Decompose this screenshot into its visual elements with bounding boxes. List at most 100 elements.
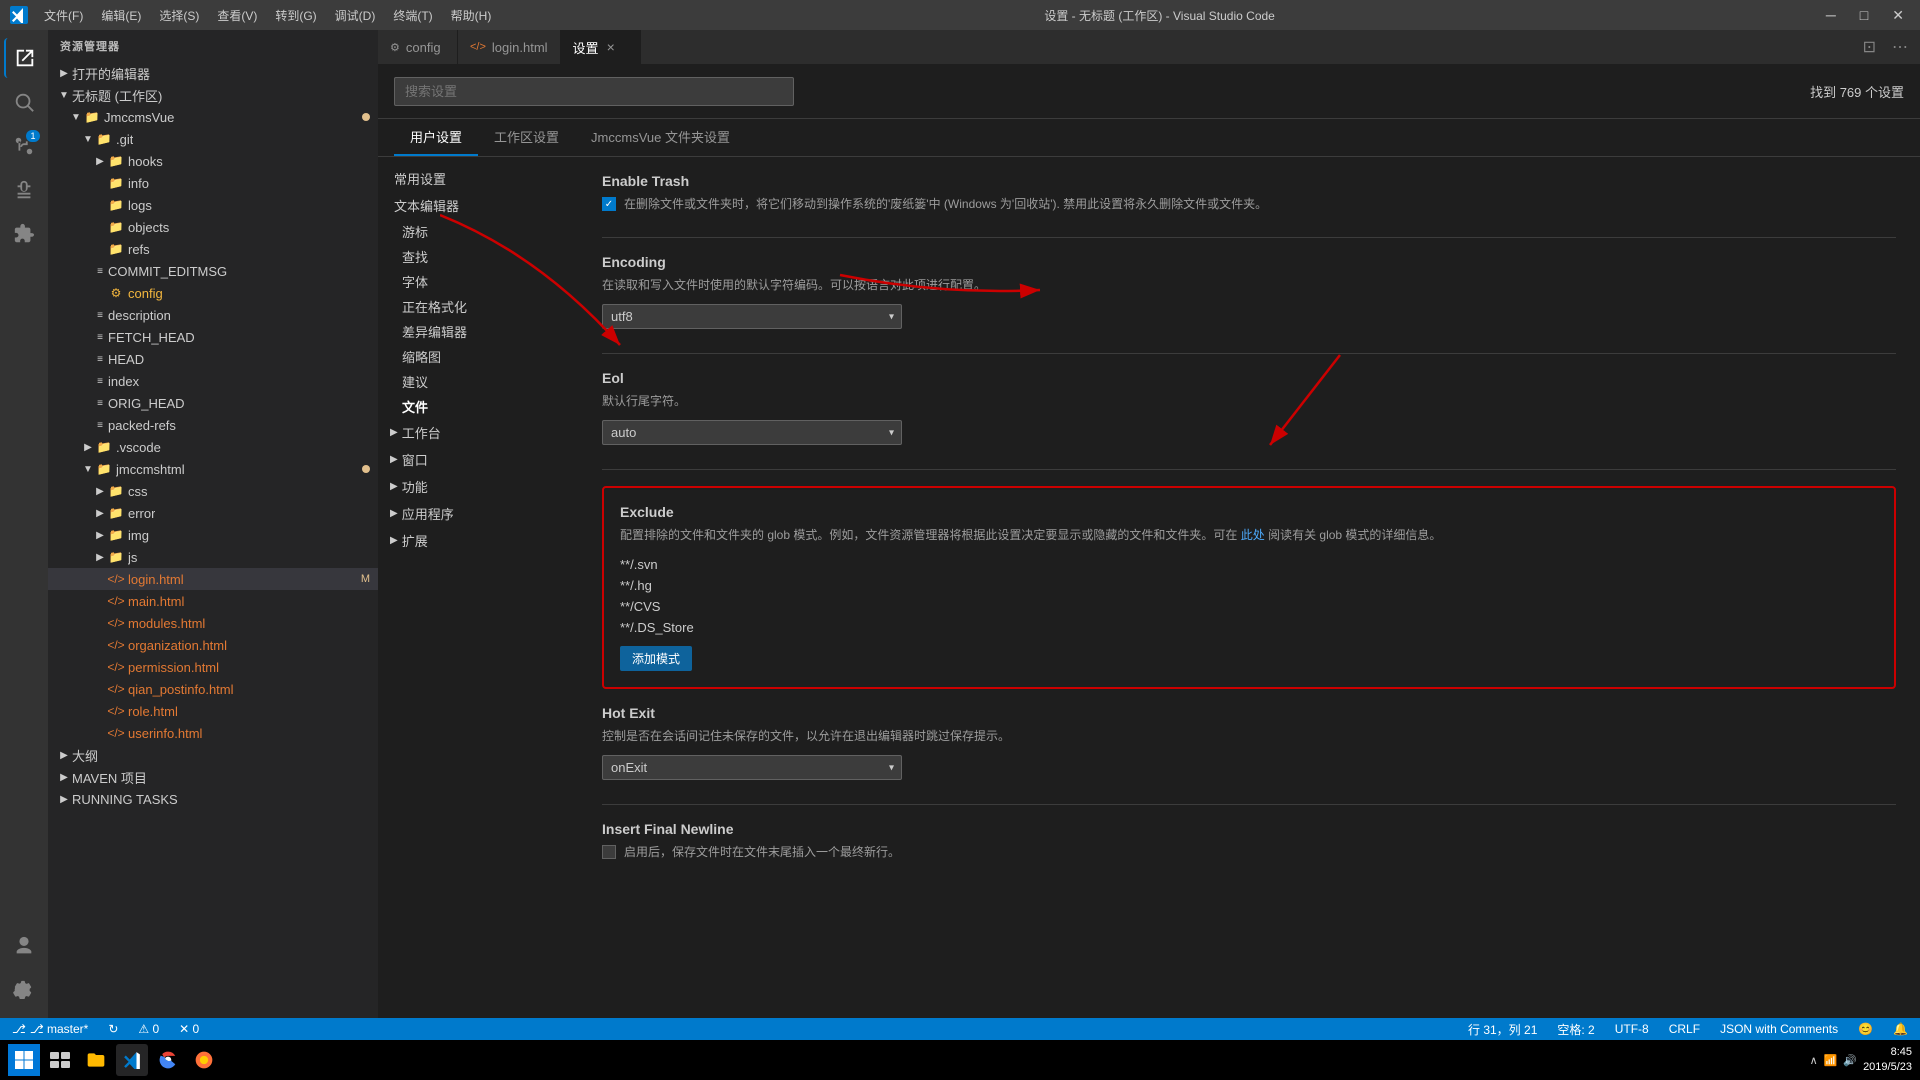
nav-text-editor[interactable]: 文本编辑器 [378, 192, 578, 219]
indent-status[interactable]: 空格: 2 [1553, 1021, 1598, 1038]
nav-common[interactable]: 常用设置 [378, 165, 578, 192]
exclude-link[interactable]: 此处 [1241, 528, 1265, 542]
menu-help[interactable]: 帮助(H) [443, 5, 500, 26]
enable-trash-checkbox[interactable]: ✓ [602, 197, 616, 211]
tab-login[interactable]: </> login.html [458, 30, 561, 65]
sidebar-item-workspace[interactable]: ▼ 无标题 (工作区) [48, 84, 378, 106]
sidebar-item-tasks[interactable]: ▶ RUNNING TASKS [48, 788, 378, 810]
eol-select[interactable]: auto [602, 420, 902, 445]
close-button[interactable]: ✕ [1886, 5, 1910, 26]
nav-minimap[interactable]: 缩略图 [378, 344, 578, 369]
sidebar-item-open-editors[interactable]: ▶ 打开的编辑器 [48, 62, 378, 84]
final-newline-checkbox[interactable] [602, 845, 616, 859]
cursor-position-status[interactable]: 行 31，列 21 [1464, 1021, 1541, 1038]
sidebar-item-moduleshtml[interactable]: </> modules.html [48, 612, 378, 634]
sidebar-item-js[interactable]: ▶ 📁 js [48, 546, 378, 568]
settings-tab-folder[interactable]: JmccmsVue 文件夹设置 [575, 119, 746, 156]
activity-explorer[interactable] [4, 38, 44, 78]
tab-settings[interactable]: 设置 × [561, 30, 641, 65]
sidebar-item-hooks[interactable]: ▶ 📁 hooks [48, 150, 378, 172]
activity-search[interactable] [4, 82, 44, 122]
activity-extensions[interactable] [4, 214, 44, 254]
warnings-status[interactable]: ⚠ 0 [134, 1022, 163, 1036]
add-pattern-button[interactable]: 添加模式 [620, 646, 692, 671]
nav-workbench[interactable]: ▶ 工作台 [378, 419, 578, 446]
sidebar-item-jmccmsvue[interactable]: ▼ 📁 JmccmsVue [48, 106, 378, 128]
chrome-taskbar-icon[interactable] [152, 1044, 184, 1076]
sidebar-item-git[interactable]: ▼ 📁 .git [48, 128, 378, 150]
menu-view[interactable]: 查看(V) [209, 5, 265, 26]
errors-status[interactable]: ✕ 0 [175, 1022, 203, 1036]
menu-select[interactable]: 选择(S) [151, 5, 207, 26]
sidebar-item-userinfohtml[interactable]: </> userinfo.html [48, 722, 378, 744]
activity-gear[interactable] [4, 970, 44, 1010]
nav-font[interactable]: 字体 [378, 269, 578, 294]
menu-terminal[interactable]: 终端(T) [385, 5, 440, 26]
sidebar-item-css[interactable]: ▶ 📁 css [48, 480, 378, 502]
sidebar-item-commit[interactable]: ≡ COMMIT_EDITMSG [48, 260, 378, 282]
activity-source-control[interactable]: 1 [4, 126, 44, 166]
language-mode-status[interactable]: JSON with Comments [1716, 1022, 1842, 1036]
sidebar-item-head[interactable]: ≡ HEAD [48, 348, 378, 370]
sidebar-item-vscode[interactable]: ▶ 📁 .vscode [48, 436, 378, 458]
activity-debug[interactable] [4, 170, 44, 210]
menu-edit[interactable]: 编辑(E) [93, 5, 149, 26]
volume-icon[interactable]: 🔊 [1843, 1054, 1857, 1067]
settings-tab-user[interactable]: 用户设置 [394, 119, 478, 156]
nav-find[interactable]: 查找 [378, 244, 578, 269]
menu-debug[interactable]: 调试(D) [327, 5, 384, 26]
sidebar-item-info[interactable]: 📁 info [48, 172, 378, 194]
minimize-button[interactable]: ─ [1820, 5, 1842, 26]
nav-window[interactable]: ▶ 窗口 [378, 446, 578, 473]
encoding-select[interactable]: utf8 [602, 304, 902, 329]
nav-diff-editor[interactable]: 差异编辑器 [378, 319, 578, 344]
sidebar-item-jmccmshtml[interactable]: ▼ 📁 jmccmshtml [48, 458, 378, 480]
sidebar-item-orghtml[interactable]: </> organization.html [48, 634, 378, 656]
git-branch-status[interactable]: ⎇ ⎇ master* [8, 1022, 92, 1036]
hotexit-select[interactable]: onExit [602, 755, 902, 780]
sidebar-item-qianhtml[interactable]: </> qian_postinfo.html [48, 678, 378, 700]
sidebar-item-orighead[interactable]: ≡ ORIG_HEAD [48, 392, 378, 414]
sync-status[interactable]: ↻ [104, 1022, 122, 1036]
more-actions-btn[interactable]: ⋯ [1888, 33, 1912, 61]
encoding-status[interactable]: UTF-8 [1611, 1022, 1653, 1036]
sidebar-item-refs[interactable]: 📁 refs [48, 238, 378, 260]
sidebar-item-maven[interactable]: ▶ MAVEN 项目 [48, 766, 378, 788]
sidebar-item-rolehtml[interactable]: </> role.html [48, 700, 378, 722]
sidebar-item-mainhtml[interactable]: </> main.html [48, 590, 378, 612]
nav-application[interactable]: ▶ 应用程序 [378, 500, 578, 527]
maximize-button[interactable]: □ [1854, 5, 1874, 26]
split-editor-btn[interactable]: ⊡ [1859, 33, 1880, 61]
sidebar-item-config[interactable]: ⚙ config [48, 282, 378, 304]
sidebar-item-img[interactable]: ▶ 📁 img [48, 524, 378, 546]
sidebar-item-permhtml[interactable]: </> permission.html [48, 656, 378, 678]
nav-cursor[interactable]: 游标 [378, 219, 578, 244]
start-button[interactable] [8, 1044, 40, 1076]
sidebar-item-logs[interactable]: 📁 logs [48, 194, 378, 216]
nav-files[interactable]: 文件 [378, 394, 578, 419]
task-view-btn[interactable] [44, 1044, 76, 1076]
sidebar-item-loginhtml[interactable]: </> login.html M [48, 568, 378, 590]
sidebar-item-objects[interactable]: 📁 objects [48, 216, 378, 238]
line-ending-status[interactable]: CRLF [1665, 1022, 1704, 1036]
feedback-status[interactable]: 😊 [1854, 1022, 1877, 1036]
explorer-taskbar-icon[interactable] [80, 1044, 112, 1076]
notifications-status[interactable]: 🔔 [1889, 1022, 1912, 1036]
menu-file[interactable]: 文件(F) [36, 5, 91, 26]
sidebar-item-outline[interactable]: ▶ 大纲 [48, 744, 378, 766]
sidebar-item-description[interactable]: ≡ description [48, 304, 378, 326]
nav-features[interactable]: ▶ 功能 [378, 473, 578, 500]
vscode-taskbar-icon[interactable] [116, 1044, 148, 1076]
nav-format[interactable]: 正在格式化 [378, 294, 578, 319]
nav-suggest[interactable]: 建议 [378, 369, 578, 394]
sidebar-item-index[interactable]: ≡ index [48, 370, 378, 392]
activity-account[interactable] [4, 926, 44, 966]
settings-tab-workspace[interactable]: 工作区设置 [478, 119, 575, 156]
tab-settings-close[interactable]: × [605, 38, 617, 56]
taskbar-clock[interactable]: 8:45 2019/5/23 [1863, 1045, 1912, 1076]
nav-extensions[interactable]: ▶ 扩展 [378, 527, 578, 554]
wifi-icon[interactable]: 📶 [1824, 1054, 1838, 1067]
tab-config[interactable]: ⚙ config [378, 30, 458, 65]
sidebar-item-packedrefs[interactable]: ≡ packed-refs [48, 414, 378, 436]
firefox-taskbar-icon[interactable] [188, 1044, 220, 1076]
